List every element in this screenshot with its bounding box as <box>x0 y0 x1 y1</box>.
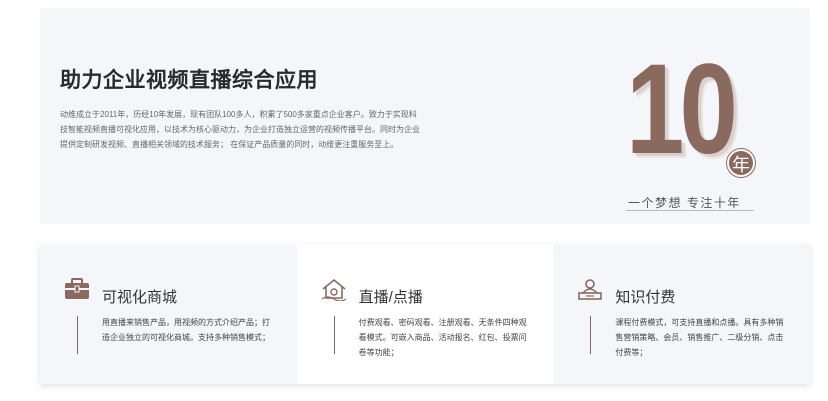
badge-slogan: 一个梦想 专注十年 <box>628 196 741 210</box>
badge-year-label: 年 <box>727 149 755 177</box>
ten-years-badge: 10 年 一个梦想 专注十年 <box>626 46 756 212</box>
feature-title: 直播/点播 <box>358 289 423 306</box>
feature-description: 用直播来销售产品，用视频的方式介绍产品；打造企业独立的可视化商城。支持多种销售模… <box>102 318 270 342</box>
house-icon <box>321 277 347 302</box>
presenter-icon <box>577 277 603 301</box>
feature-title: 可视化商城 <box>102 289 178 306</box>
intro-description: 动维成立于2011年，历经10年发展，现有团队100多人，积累了500多家重点企… <box>60 110 420 149</box>
feature-divider <box>333 316 335 354</box>
features-section: 可视化商城 用直播来销售产品，用视频的方式介绍产品；打造企业独立的可视化商城。支… <box>40 244 811 384</box>
feature-title: 知识付费 <box>615 289 676 306</box>
feature-card-mall[interactable]: 可视化商城 用直播来销售产品，用视频的方式介绍产品；打造企业独立的可视化商城。支… <box>40 244 297 384</box>
briefcase-icon <box>64 277 90 301</box>
feature-divider <box>590 316 592 354</box>
feature-description: 付费观看、密码观看、注册观看、无条件四种观看模式。可嵌入商品、活动报名、红包、投… <box>358 318 527 357</box>
intro-section: 助力企业视频直播综合应用 动维成立于2011年，历经10年发展，现有团队100多… <box>40 8 810 224</box>
feature-divider <box>77 316 78 354</box>
page-title: 助力企业视频直播综合应用 <box>60 69 318 92</box>
badge-number: 10 <box>626 38 738 181</box>
feature-description: 课程付费模式，可支持直播和点播。具有多种销售营销策略、会员、销售推广、二级分销、… <box>615 318 784 357</box>
feature-card-knowledge[interactable]: 知识付费 课程付费模式，可支持直播和点播。具有多种销售营销策略、会员、销售推广、… <box>553 244 811 384</box>
feature-card-live[interactable]: 直播/点播 付费观看、密码观看、注册观看、无条件四种观看模式。可嵌入商品、活动报… <box>296 244 554 384</box>
badge-divider <box>626 210 754 211</box>
